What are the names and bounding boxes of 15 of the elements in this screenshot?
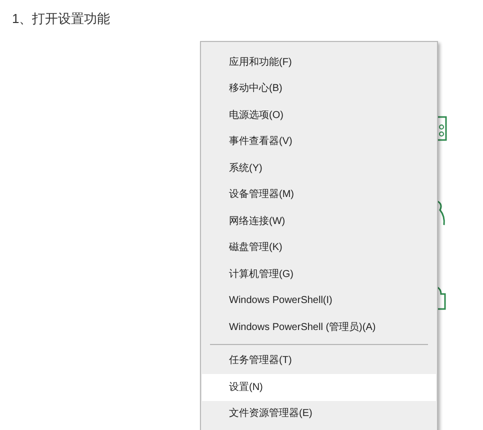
menu-item[interactable]: 网络连接(W) — [202, 208, 436, 234]
menu-item[interactable]: 应用和功能(F) — [202, 49, 436, 76]
menu-item[interactable]: 文件资源管理器(E) — [202, 400, 436, 427]
menu-item[interactable]: Windows PowerShell(I) — [202, 288, 436, 314]
menu-item[interactable]: 系统(Y) — [202, 155, 436, 182]
menu-item[interactable]: 磁盘管理(K) — [202, 234, 436, 261]
menu-item[interactable]: 设备管理器(M) — [202, 182, 436, 208]
menu-item[interactable]: 电源选项(O) — [202, 102, 436, 128]
menu-item[interactable]: 任务管理器(T) — [202, 348, 436, 374]
menu-item[interactable]: 事件查看器(V) — [202, 128, 436, 155]
menu-item[interactable]: 移动中心(B) — [202, 76, 436, 102]
menu-item[interactable]: Windows PowerShell (管理员)(A) — [202, 314, 436, 340]
menu-item[interactable]: 计算机管理(G) — [202, 261, 436, 288]
heading: 1、打开设置功能 — [12, 10, 110, 28]
menu-item[interactable]: 设置(N) — [202, 374, 436, 400]
